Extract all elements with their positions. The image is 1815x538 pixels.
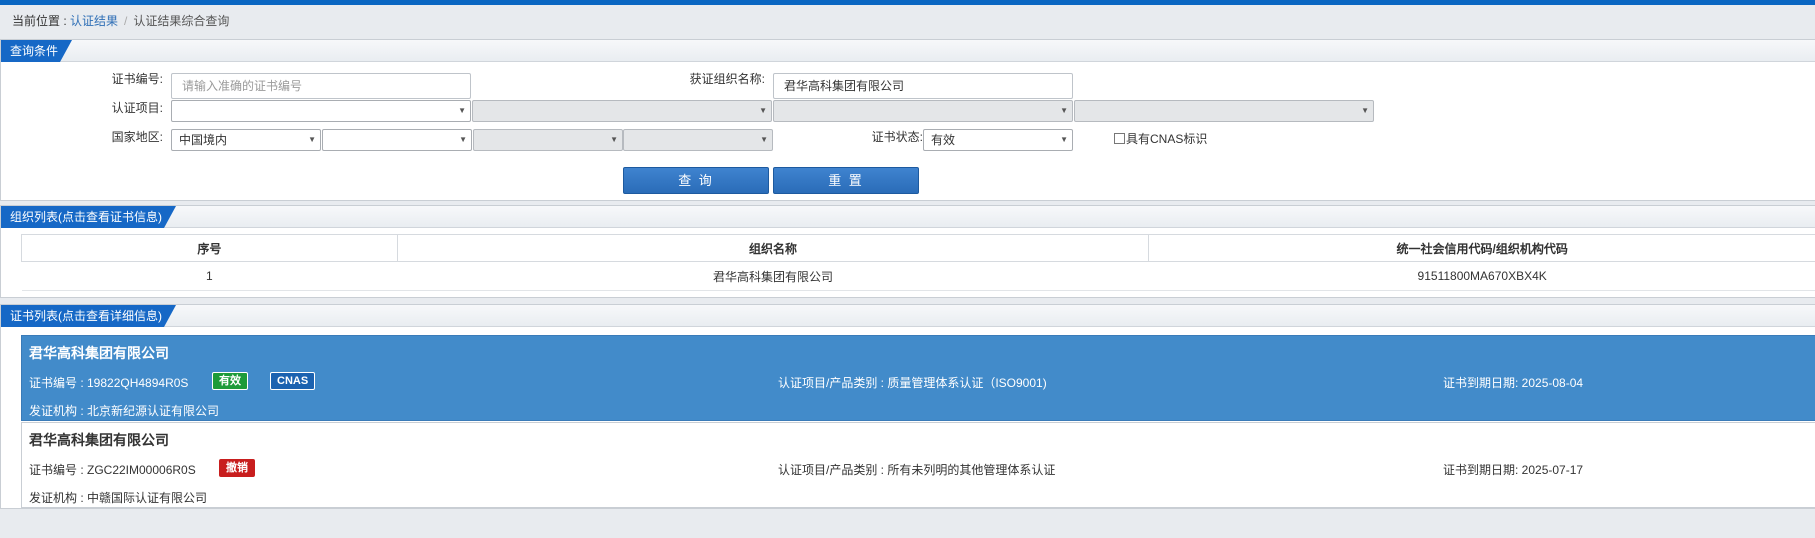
cert-card-title: 君华高科集团有限公司 [29,345,169,361]
cert-card-issuer: 发证机构 : 中赣国际认证有限公司 [29,491,208,505]
query-panel-title: 查询条件 [1,40,72,62]
table-cell-credit-code: 91511800MA670XBX4K [1148,261,1815,291]
cert-list-panel-title: 证书列表(点击查看详细信息) [1,305,176,327]
project-select-2[interactable]: ▼ [472,100,772,122]
breadcrumb-link-results[interactable]: 认证结果 [70,14,118,28]
column-header-index: 序号 [21,234,398,262]
region-select-2[interactable]: ▼ [322,129,472,151]
cert-card-project: 认证项目/产品类别 : 质量管理体系认证（ISO9001) [778,376,1047,390]
chevron-down-icon: ▼ [458,106,466,115]
chevron-down-icon: ▼ [1361,106,1369,115]
breadcrumb-separator: / [124,14,128,28]
chevron-down-icon: ▼ [1060,135,1068,144]
chevron-down-icon: ▼ [459,135,467,144]
cert-card-expiry: 证书到期日期: 2025-07-17 [1443,463,1584,477]
org-name-label: 获证组织名称: [689,72,765,86]
status-label: 证书状态: [871,130,923,144]
breadcrumb: 当前位置 : 认证结果 / 认证结果综合查询 [12,12,229,28]
chevron-down-icon: ▼ [610,135,618,144]
region-select-4[interactable]: ▼ [623,129,773,151]
cnas-checkbox[interactable] [1114,133,1125,144]
org-table-header-row: 序号 组织名称 统一社会信用代码/组织机构代码 [21,234,1815,262]
project-select-1[interactable]: ▼ [171,100,471,122]
breadcrumb-prefix: 当前位置 : [12,14,71,28]
status-badge: 有效 [212,372,248,390]
cert-list-panel: 证书列表(点击查看详细信息) 君华高科集团有限公司 证书编号 : 19822QH… [0,304,1815,509]
chevron-down-icon: ▼ [1060,106,1068,115]
status-select-value: 有效 [931,133,956,147]
org-list-panel: 组织列表(点击查看证书信息) 序号 组织名称 统一社会信用代码/组织机构代码 1… [0,205,1815,298]
org-list-panel-header: 组织列表(点击查看证书信息) [1,206,1815,228]
cnas-checkbox-wrap[interactable]: 具有CNAS标识 [1114,130,1207,148]
cnas-checkbox-label: 具有CNAS标识 [1126,132,1208,146]
cert-card-title: 君华高科集团有限公司 [29,432,169,448]
cert-card-expiry: 证书到期日期: 2025-08-04 [1443,376,1584,390]
cert-card-number: 证书编号 : ZGC22IM00006R0S [29,463,196,477]
cert-card[interactable]: 君华高科集团有限公司 证书编号 : ZGC22IM00006R0S 撤销 认证项… [21,422,1815,508]
cert-card[interactable]: 君华高科集团有限公司 证书编号 : 19822QH4894R0S 有效 CNAS… [21,335,1815,421]
breadcrumb-current: 认证结果综合查询 [133,14,230,28]
org-name-input[interactable]: 君华高科集团有限公司 [773,73,1073,99]
chevron-down-icon: ▼ [308,135,316,144]
org-list-panel-title: 组织列表(点击查看证书信息) [1,206,176,228]
cert-list-panel-header: 证书列表(点击查看详细信息) [1,305,1815,327]
top-accent-bar [0,0,1815,5]
project-select-3[interactable]: ▼ [773,100,1073,122]
table-cell-index: 1 [21,261,398,291]
column-header-credit-code: 统一社会信用代码/组织机构代码 [1148,234,1815,262]
region-select-1[interactable]: 中国境内 ▼ [171,129,321,151]
project-label: 认证项目: [111,101,163,115]
region-select-3[interactable]: ▼ [473,129,623,151]
chevron-down-icon: ▼ [759,106,767,115]
table-row[interactable]: 1 君华高科集团有限公司 91511800MA670XBX4K [21,261,1815,291]
cert-card-project: 认证项目/产品类别 : 所有未列明的其他管理体系认证 [778,463,1056,477]
cnas-badge: CNAS [270,372,316,390]
search-button[interactable]: 查 询 [623,167,769,194]
cert-no-label: 证书编号: [111,72,163,86]
column-header-org-name: 组织名称 [396,234,1150,262]
project-select-4[interactable]: ▼ [1074,100,1374,122]
query-panel-header: 查询条件 [1,40,1815,62]
cert-card-number: 证书编号 : 19822QH4894R0S [29,376,189,390]
status-badge: 撤销 [219,459,255,477]
status-select[interactable]: 有效 ▼ [923,129,1073,151]
cert-card-issuer: 发证机构 : 北京新纪源认证有限公司 [29,404,220,418]
chevron-down-icon: ▼ [760,135,768,144]
cert-no-input[interactable] [171,73,471,99]
reset-button[interactable]: 重 置 [773,167,919,194]
query-panel: 查询条件 证书编号: 获证组织名称: 君华高科集团有限公司 认证项目: ▼ ▼ … [0,39,1815,201]
region-select-1-value: 中国境内 [179,133,228,147]
table-cell-org-name[interactable]: 君华高科集团有限公司 [397,261,1149,291]
org-table: 序号 组织名称 统一社会信用代码/组织机构代码 1 君华高科集团有限公司 915… [21,234,1815,291]
region-label: 国家地区: [111,130,163,144]
